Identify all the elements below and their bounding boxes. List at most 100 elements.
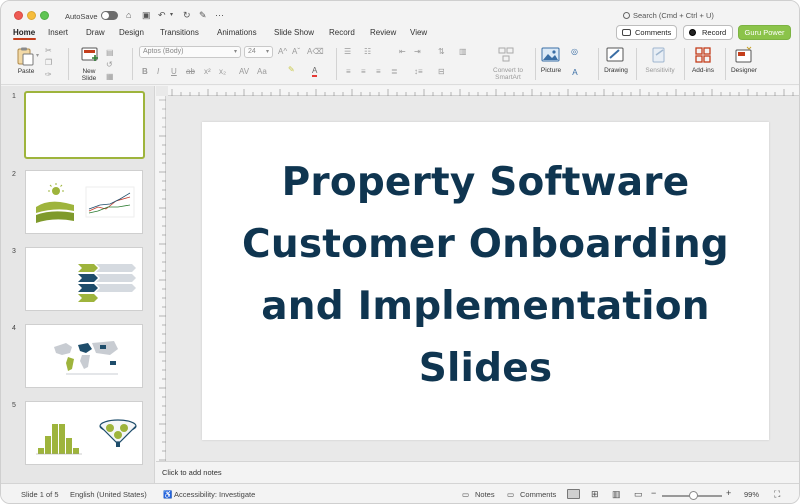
layout-icon[interactable]: ▤ xyxy=(106,48,114,57)
notes-pane[interactable]: Click to add notes xyxy=(156,461,799,483)
slide-title[interactable]: Property Software Customer Onboarding an… xyxy=(202,152,769,400)
autosave-toggle[interactable] xyxy=(101,11,118,20)
picture-icon[interactable] xyxy=(541,46,561,64)
tab-design[interactable]: Design xyxy=(119,28,144,37)
numbering-icon[interactable]: ☷ xyxy=(364,47,371,56)
slide-thumbnail-4[interactable] xyxy=(25,324,143,388)
fit-to-window-icon[interactable]: ⛶ xyxy=(774,489,780,500)
paste-dropdown-icon[interactable]: ▾ xyxy=(36,52,39,59)
shapes-icon[interactable]: ◎ xyxy=(571,47,578,56)
tab-record[interactable]: Record xyxy=(329,28,355,37)
slide-thumbnail-2[interactable] xyxy=(25,170,143,234)
addins-label: Add-ins xyxy=(691,67,715,74)
picture-label: Picture xyxy=(540,67,562,74)
language-status[interactable]: English (United States) xyxy=(70,490,147,499)
tab-home[interactable]: Home xyxy=(13,28,35,37)
home-icon[interactable]: ⌂ xyxy=(126,10,131,21)
comments-status-button[interactable]: Comments xyxy=(520,490,556,499)
line-spacing-icon[interactable]: ↕≡ xyxy=(414,67,423,76)
tab-view[interactable]: View xyxy=(410,28,427,37)
underline-icon[interactable]: U xyxy=(171,67,177,76)
new-slide-icon[interactable] xyxy=(80,46,100,64)
tab-animations[interactable]: Animations xyxy=(217,28,257,37)
align-text-icon[interactable]: ⊟ xyxy=(438,67,445,76)
slide-sorter-view-icon[interactable]: ⊞ xyxy=(591,489,599,500)
copy-icon[interactable]: ❐ xyxy=(45,58,52,67)
guru-power-button[interactable]: Guru Power xyxy=(738,25,791,40)
highlight-icon[interactable]: ✎ xyxy=(288,65,295,74)
font-color-icon[interactable]: A xyxy=(312,66,318,77)
current-slide[interactable]: Property Software Customer Onboarding an… xyxy=(202,122,769,440)
save-icon[interactable]: ▣ xyxy=(142,10,151,21)
tab-review[interactable]: Review xyxy=(370,28,396,37)
increase-indent-icon[interactable]: ⇥ xyxy=(414,47,421,56)
decrease-font-icon[interactable]: Aˇ xyxy=(292,47,300,56)
divider xyxy=(636,48,637,80)
more-options-icon[interactable]: ⋯ xyxy=(215,10,224,21)
font-size-select[interactable]: 24 ▾ xyxy=(244,46,273,58)
align-center-icon[interactable]: ≡ xyxy=(361,67,366,76)
tab-transitions[interactable]: Transitions xyxy=(160,28,199,37)
divider xyxy=(68,48,69,80)
align-right-icon[interactable]: ≡ xyxy=(376,67,381,76)
reading-view-icon[interactable]: ▥ xyxy=(612,489,621,500)
tab-insert[interactable]: Insert xyxy=(48,28,68,37)
comments-button[interactable]: Comments xyxy=(616,25,677,40)
undo-icon[interactable]: ↶ xyxy=(158,10,166,21)
addins-icon[interactable] xyxy=(694,46,712,64)
search-box[interactable]: Search (Cmd + Ctrl + U) xyxy=(623,11,714,20)
normal-view-button[interactable] xyxy=(567,489,580,499)
zoom-in-icon[interactable]: + xyxy=(726,488,731,498)
zoom-level[interactable]: 99% xyxy=(744,490,759,499)
text-direction-icon[interactable]: ⇅ xyxy=(438,47,445,56)
cut-icon[interactable]: ✂ xyxy=(45,46,52,55)
sensitivity-icon[interactable] xyxy=(650,46,668,64)
zoom-window-button[interactable] xyxy=(40,11,49,20)
horizontal-ruler-ticks xyxy=(171,89,794,96)
section-icon[interactable]: ▦ xyxy=(106,72,114,81)
close-window-button[interactable] xyxy=(14,11,23,20)
clear-format-icon[interactable]: A⌫ xyxy=(307,47,324,56)
increase-font-icon[interactable]: A^ xyxy=(278,47,287,56)
redo-icon[interactable]: ↻ xyxy=(183,10,191,21)
drawing-icon[interactable] xyxy=(606,46,626,64)
align-left-icon[interactable]: ≡ xyxy=(346,67,351,76)
strikethrough-icon[interactable]: ab xyxy=(186,67,195,76)
zoom-out-icon[interactable]: − xyxy=(651,488,656,498)
superscript-icon[interactable]: x² xyxy=(204,67,211,76)
textbox-icon[interactable]: Ａ xyxy=(571,67,579,78)
bullets-icon[interactable]: ☰ xyxy=(344,47,351,56)
character-spacing-icon[interactable]: AV xyxy=(239,67,249,76)
slide-thumbnail-1[interactable] xyxy=(24,91,145,159)
justify-icon[interactable]: ≣ xyxy=(391,67,398,76)
change-case-icon[interactable]: Aa xyxy=(257,67,267,76)
notes-button[interactable]: Notes xyxy=(475,490,495,499)
slide-thumbnail-5[interactable] xyxy=(25,401,143,465)
decrease-indent-icon[interactable]: ⇤ xyxy=(399,47,406,56)
accessibility-status[interactable]: Accessibility: Investigate xyxy=(174,490,255,499)
edit-icon[interactable]: ✎ xyxy=(199,10,207,21)
paste-icon[interactable] xyxy=(15,46,35,66)
record-button[interactable]: Record xyxy=(683,25,733,40)
subscript-icon[interactable]: x₂ xyxy=(219,67,226,76)
undo-dropdown-icon[interactable]: ▾ xyxy=(170,10,173,21)
tab-slide-show[interactable]: Slide Show xyxy=(274,28,314,37)
columns-icon[interactable]: ▥ xyxy=(459,47,467,56)
font-name-select[interactable]: Aptos (Body) ▾ xyxy=(139,46,241,58)
search-icon xyxy=(623,12,630,19)
slide-thumbnail-3[interactable] xyxy=(25,247,143,311)
italic-icon[interactable]: I xyxy=(157,67,159,76)
smartart-icon[interactable] xyxy=(497,46,515,64)
zoom-slider-handle[interactable] xyxy=(689,491,698,500)
convert-smartart-label: Convert to SmartArt xyxy=(493,67,523,81)
tab-draw[interactable]: Draw xyxy=(86,28,105,37)
font-name-value: Aptos (Body) xyxy=(143,48,184,55)
minimize-window-button[interactable] xyxy=(27,11,36,20)
bold-icon[interactable]: B xyxy=(142,67,148,76)
reset-icon[interactable]: ↺ xyxy=(106,60,113,69)
slideshow-view-icon[interactable]: ▭ xyxy=(634,489,643,500)
divider xyxy=(725,48,726,80)
format-painter-icon[interactable]: ✑ xyxy=(45,70,52,79)
notes-icon: ▭ xyxy=(462,490,470,499)
designer-icon[interactable] xyxy=(734,46,754,64)
